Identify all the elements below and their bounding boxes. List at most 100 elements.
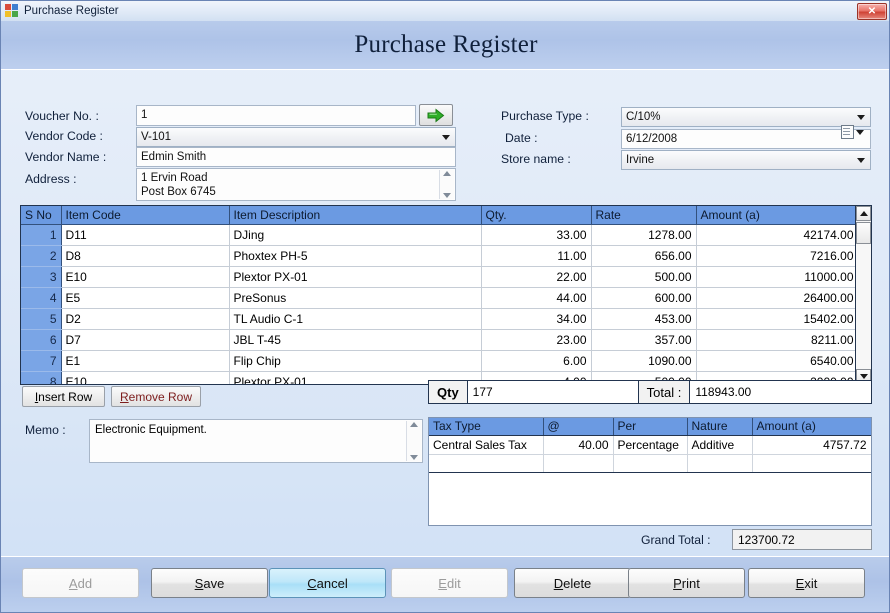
grid-cell-code[interactable]: D2 (61, 309, 229, 330)
grid-cell-rate[interactable]: 453.00 (591, 309, 696, 330)
grid-cell-rate[interactable]: 1090.00 (591, 351, 696, 372)
purchase-type-select[interactable]: C/10% (621, 107, 871, 127)
voucher-no-input[interactable]: 1 (136, 105, 416, 126)
grid-cell-sno[interactable]: 1 (21, 225, 61, 246)
tax-col-amount[interactable]: Amount (a) (752, 418, 871, 435)
tax-cell-per[interactable]: Percentage (613, 435, 687, 454)
grid-cell-desc[interactable]: JBL T-45 (229, 330, 481, 351)
grid-cell-rate[interactable]: 1278.00 (591, 225, 696, 246)
tax-cell-nature[interactable]: Additive (687, 435, 752, 454)
grid-cell-amount[interactable]: 42174.00 (696, 225, 858, 246)
grid-cell-amount[interactable]: 15402.00 (696, 309, 858, 330)
table-row[interactable]: 1D11DJing33.001278.0042174.00 (21, 225, 858, 246)
grid-cell-amount[interactable]: 11000.00 (696, 267, 858, 288)
grid-col-item-code[interactable]: Item Code (61, 206, 229, 225)
save-button[interactable]: Save (151, 568, 268, 598)
grid-cell-desc[interactable]: Flip Chip (229, 351, 481, 372)
table-row[interactable]: 7E1Flip Chip6.001090.006540.00 (21, 351, 858, 372)
purchase-items-grid[interactable]: S No Item Code Item Description Qty. Rat… (20, 205, 872, 385)
tax-cell-empty[interactable] (613, 454, 687, 472)
green-arrow-icon[interactable] (419, 104, 453, 126)
grid-cell-sno[interactable]: 2 (21, 246, 61, 267)
table-row[interactable]: 3E10Plextor PX-0122.00500.0011000.00 (21, 267, 858, 288)
tax-col-per[interactable]: Per (613, 418, 687, 435)
grid-cell-desc[interactable]: Plextor PX-01 (229, 267, 481, 288)
grid-cell-desc[interactable]: DJing (229, 225, 481, 246)
grid-cell-rate[interactable]: 500.00 (591, 267, 696, 288)
grid-cell-amount[interactable]: 8211.00 (696, 330, 858, 351)
tax-cell-empty[interactable] (687, 454, 752, 472)
memo-input[interactable]: Electronic Equipment. (89, 419, 423, 463)
grid-cell-amount[interactable]: 7216.00 (696, 246, 858, 267)
grid-col-amount[interactable]: Amount (a) (696, 206, 858, 225)
tax-grid[interactable]: Tax Type @ Per Nature Amount (a) Central… (428, 417, 872, 526)
tax-cell-amount[interactable]: 4757.72 (752, 435, 871, 454)
tax-cell-empty[interactable] (543, 454, 613, 472)
tax-col-nature[interactable]: Nature (687, 418, 752, 435)
table-row[interactable]: 5D2TL Audio C-134.00453.0015402.00 (21, 309, 858, 330)
grid-col-sno[interactable]: S No (21, 206, 61, 225)
grid-col-item-description[interactable]: Item Description (229, 206, 481, 225)
address-input[interactable]: 1 Ervin Road Post Box 6745 (136, 168, 456, 201)
scroll-up-icon[interactable] (410, 422, 418, 427)
grid-col-qty[interactable]: Qty. (481, 206, 591, 225)
grid-cell-qty[interactable]: 34.00 (481, 309, 591, 330)
scroll-down-icon[interactable] (410, 455, 418, 460)
tax-col-type[interactable]: Tax Type (429, 418, 543, 435)
cancel-button[interactable]: Cancel (269, 568, 386, 598)
print-button[interactable]: Print (628, 568, 745, 598)
grid-cell-qty[interactable]: 22.00 (481, 267, 591, 288)
table-row[interactable]: 4E5PreSonus44.00600.0026400.00 (21, 288, 858, 309)
calendar-icon[interactable] (841, 125, 867, 139)
grid-cell-sno[interactable]: 5 (21, 309, 61, 330)
grid-col-rate[interactable]: Rate (591, 206, 696, 225)
store-name-select[interactable]: Irvine (621, 150, 871, 170)
delete-button[interactable]: Delete (514, 568, 631, 598)
grid-cell-sno[interactable]: 6 (21, 330, 61, 351)
grid-cell-qty[interactable]: 11.00 (481, 246, 591, 267)
memo-scrollbar[interactable] (406, 421, 421, 461)
grid-cell-desc[interactable]: TL Audio C-1 (229, 309, 481, 330)
tax-col-at[interactable]: @ (543, 418, 613, 435)
grid-scroll-up-icon[interactable] (856, 206, 871, 221)
grid-cell-qty[interactable]: 6.00 (481, 351, 591, 372)
tax-row-empty[interactable] (429, 454, 871, 472)
table-row[interactable]: 2D8Phoxtex PH-511.00656.007216.00 (21, 246, 858, 267)
remove-row-button[interactable]: Remove Row (111, 386, 201, 407)
grid-cell-sno[interactable]: 3 (21, 267, 61, 288)
grid-cell-code[interactable]: D11 (61, 225, 229, 246)
grid-cell-code[interactable]: E1 (61, 351, 229, 372)
tax-cell-empty[interactable] (429, 454, 543, 472)
grid-cell-rate[interactable]: 656.00 (591, 246, 696, 267)
grid-cell-desc[interactable]: Phoxtex PH-5 (229, 246, 481, 267)
date-input[interactable]: 6/12/2008 (621, 129, 871, 149)
tax-row[interactable]: Central Sales Tax40.00PercentageAdditive… (429, 435, 871, 454)
grid-cell-sno[interactable]: 8 (21, 372, 61, 386)
close-icon[interactable]: ✕ (857, 3, 887, 20)
tax-cell-rate[interactable]: 40.00 (543, 435, 613, 454)
grid-cell-code[interactable]: D8 (61, 246, 229, 267)
grid-cell-sno[interactable]: 7 (21, 351, 61, 372)
grid-cell-amount[interactable]: 6540.00 (696, 351, 858, 372)
grid-cell-rate[interactable]: 600.00 (591, 288, 696, 309)
grid-cell-qty[interactable]: 44.00 (481, 288, 591, 309)
grid-cell-desc[interactable]: PreSonus (229, 288, 481, 309)
table-row[interactable]: 6D7JBL T-4523.00357.008211.00 (21, 330, 858, 351)
vendor-code-select[interactable]: V-101 (136, 127, 456, 147)
grid-cell-qty[interactable]: 23.00 (481, 330, 591, 351)
grid-cell-amount[interactable]: 26400.00 (696, 288, 858, 309)
grid-cell-qty[interactable]: 33.00 (481, 225, 591, 246)
tax-cell-type[interactable]: Central Sales Tax (429, 435, 543, 454)
grid-scroll-thumb[interactable] (856, 222, 871, 244)
vendor-name-input[interactable]: Edmin Smith (136, 147, 456, 167)
grid-cell-code[interactable]: E10 (61, 267, 229, 288)
tax-cell-empty[interactable] (752, 454, 871, 472)
exit-button[interactable]: Exit (748, 568, 865, 598)
grid-cell-rate[interactable]: 357.00 (591, 330, 696, 351)
grid-vertical-scrollbar[interactable] (855, 206, 871, 384)
grid-cell-code[interactable]: E10 (61, 372, 229, 386)
grid-cell-code[interactable]: D7 (61, 330, 229, 351)
insert-row-button[interactable]: Insert Row (22, 386, 105, 407)
grid-cell-code[interactable]: E5 (61, 288, 229, 309)
grid-cell-sno[interactable]: 4 (21, 288, 61, 309)
